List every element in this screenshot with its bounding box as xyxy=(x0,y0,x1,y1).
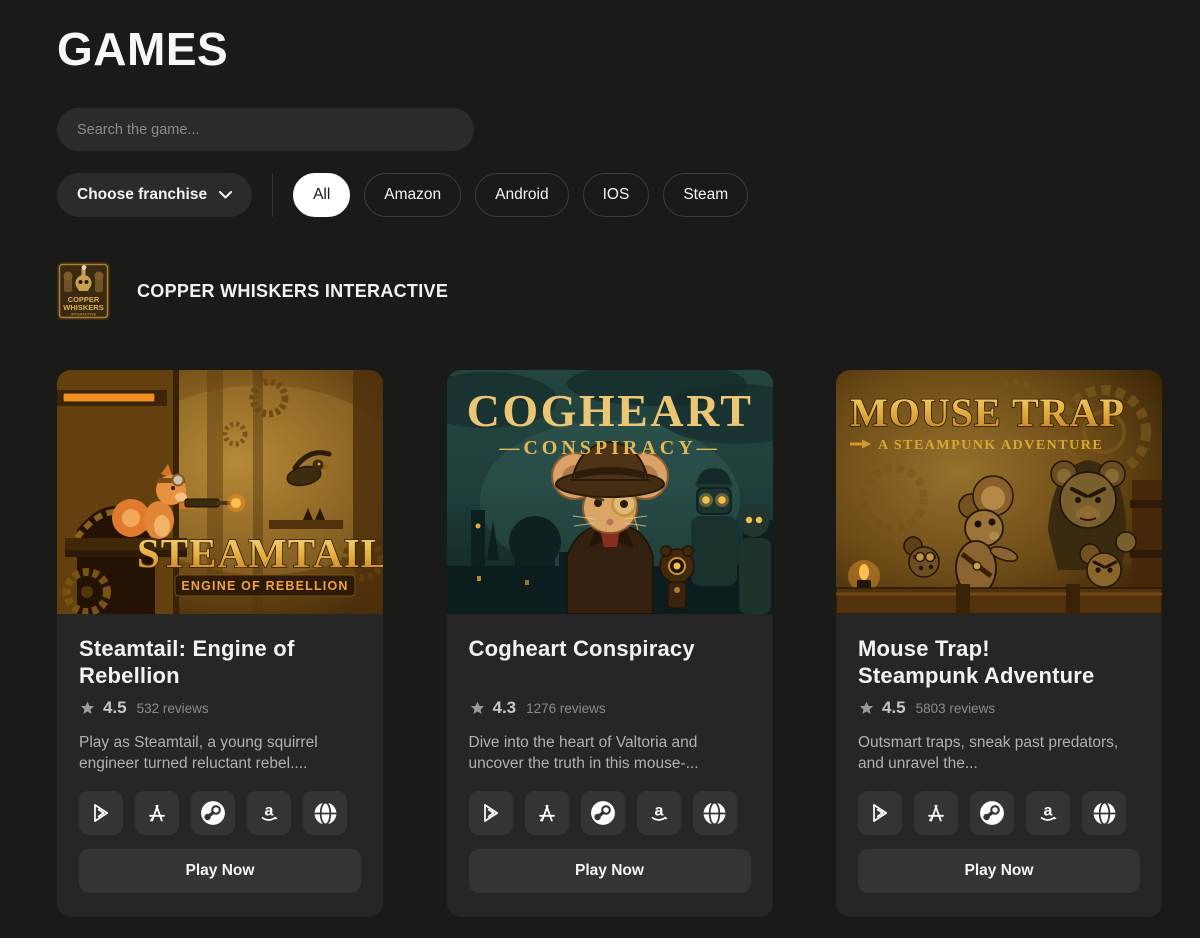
star-icon xyxy=(858,700,875,717)
star-icon xyxy=(79,700,96,717)
choose-franchise-label: Choose franchise xyxy=(77,186,207,204)
google-play-icon xyxy=(89,801,113,825)
web-button[interactable] xyxy=(693,791,737,835)
web-button[interactable] xyxy=(303,791,347,835)
globe-icon xyxy=(1092,801,1117,826)
steam-icon xyxy=(200,800,226,826)
platform-filter-pills: All Amazon Android IOS Steam xyxy=(293,173,748,217)
platform-links: a xyxy=(469,791,751,835)
app-store-button[interactable] xyxy=(525,791,569,835)
divider xyxy=(272,173,273,217)
publisher-logo: COPPER WHISKERS INTERACTIVE xyxy=(57,262,110,320)
rating-row: 4.5 532 reviews xyxy=(79,698,361,718)
game-card-mouse-trap: MOUSE TRAP A STEAMPUNK ADVENTURE Mouse T… xyxy=(836,370,1162,917)
app-store-button[interactable] xyxy=(914,791,958,835)
cogheart-art-title: COGHEART xyxy=(466,385,753,436)
games-page: GAMES Choose franchise All Amazon Androi… xyxy=(0,0,1200,917)
search-input[interactable] xyxy=(57,108,474,151)
filter-row: Choose franchise All Amazon Android IOS … xyxy=(57,173,1200,217)
platform-links: a xyxy=(858,791,1140,835)
amazon-icon: a xyxy=(257,801,281,825)
rating-value: 4.5 xyxy=(882,698,906,718)
app-store-icon xyxy=(535,801,559,825)
mouse-trap-cover-art[interactable]: MOUSE TRAP A STEAMPUNK ADVENTURE xyxy=(836,370,1162,614)
google-play-button[interactable] xyxy=(469,791,513,835)
google-play-icon xyxy=(479,801,503,825)
rating-row: 4.3 1276 reviews xyxy=(469,698,751,718)
amazon-icon: a xyxy=(647,801,671,825)
play-now-button[interactable]: Play Now xyxy=(79,849,361,893)
svg-text:a: a xyxy=(1044,803,1053,820)
pill-amazon[interactable]: Amazon xyxy=(364,173,461,217)
game-description: Dive into the heart of Valtoria and unco… xyxy=(469,732,751,774)
amazon-button[interactable]: a xyxy=(637,791,681,835)
review-count: 532 reviews xyxy=(137,701,209,716)
svg-text:INTERACTIVE: INTERACTIVE xyxy=(71,313,97,317)
steam-button[interactable] xyxy=(970,791,1014,835)
steamtail-art-title: STEAMTAIL xyxy=(137,530,383,576)
steamtail-art-subtitle: ENGINE OF REBELLION xyxy=(181,579,348,593)
globe-icon xyxy=(313,801,338,826)
copper-whiskers-logo-icon: COPPER WHISKERS INTERACTIVE xyxy=(57,262,110,320)
game-title: Steamtail: Engine of Rebellion xyxy=(79,635,361,689)
svg-text:a: a xyxy=(654,803,663,820)
page-title: GAMES xyxy=(57,22,1200,76)
publisher-name: COPPER WHISKERS INTERACTIVE xyxy=(137,281,448,302)
steamtail-cover-art[interactable]: STEAMTAIL ENGINE OF REBELLION xyxy=(57,370,383,614)
steam-icon xyxy=(979,800,1005,826)
steam-icon xyxy=(590,800,616,826)
play-now-button[interactable]: Play Now xyxy=(469,849,751,893)
choose-franchise-button[interactable]: Choose franchise xyxy=(57,173,252,217)
google-play-button[interactable] xyxy=(858,791,902,835)
game-title: Cogheart Conspiracy xyxy=(469,635,751,689)
chevron-down-icon xyxy=(219,191,232,199)
review-count: 1276 reviews xyxy=(526,701,606,716)
mouse-trap-art-subtitle: A STEAMPUNK ADVENTURE xyxy=(878,438,1103,453)
globe-icon xyxy=(702,801,727,826)
pill-android[interactable]: Android xyxy=(475,173,568,217)
rating-value: 4.5 xyxy=(103,698,127,718)
amazon-button[interactable]: a xyxy=(247,791,291,835)
app-store-button[interactable] xyxy=(135,791,179,835)
publisher-header: COPPER WHISKERS INTERACTIVE COPPER WHISK… xyxy=(57,262,1200,320)
rating-value: 4.3 xyxy=(493,698,517,718)
cogheart-art-subtitle: —CONSPIRACY— xyxy=(498,437,720,459)
pill-steam[interactable]: Steam xyxy=(663,173,748,217)
steam-button[interactable] xyxy=(581,791,625,835)
app-store-icon xyxy=(145,801,169,825)
platform-links: a xyxy=(79,791,361,835)
rating-row: 4.5 5803 reviews xyxy=(858,698,1140,718)
amazon-button[interactable]: a xyxy=(1026,791,1070,835)
play-now-button[interactable]: Play Now xyxy=(858,849,1140,893)
game-card-steamtail: STEAMTAIL ENGINE OF REBELLION Steamtail:… xyxy=(57,370,383,917)
game-card-cogheart: COGHEART —CONSPIRACY— Cogheart Conspirac… xyxy=(447,370,773,917)
mouse-trap-art-title: MOUSE TRAP xyxy=(850,390,1125,435)
game-cards-grid: STEAMTAIL ENGINE OF REBELLION Steamtail:… xyxy=(57,370,1162,917)
game-description: Play as Steamtail, a young squirrel engi… xyxy=(79,732,361,774)
star-icon xyxy=(469,700,486,717)
steam-button[interactable] xyxy=(191,791,235,835)
cogheart-cover-art[interactable]: COGHEART —CONSPIRACY— xyxy=(447,370,773,614)
svg-text:a: a xyxy=(265,803,274,820)
pill-ios[interactable]: IOS xyxy=(583,173,650,217)
game-description: Outsmart traps, sneak past predators, an… xyxy=(858,732,1140,774)
review-count: 5803 reviews xyxy=(916,701,996,716)
amazon-icon: a xyxy=(1036,801,1060,825)
google-play-icon xyxy=(868,801,892,825)
game-title: Mouse Trap! Steampunk Adventure xyxy=(858,635,1140,689)
google-play-button[interactable] xyxy=(79,791,123,835)
app-store-icon xyxy=(924,801,948,825)
pill-all[interactable]: All xyxy=(293,173,350,217)
web-button[interactable] xyxy=(1082,791,1126,835)
svg-text:WHISKERS: WHISKERS xyxy=(63,303,103,312)
